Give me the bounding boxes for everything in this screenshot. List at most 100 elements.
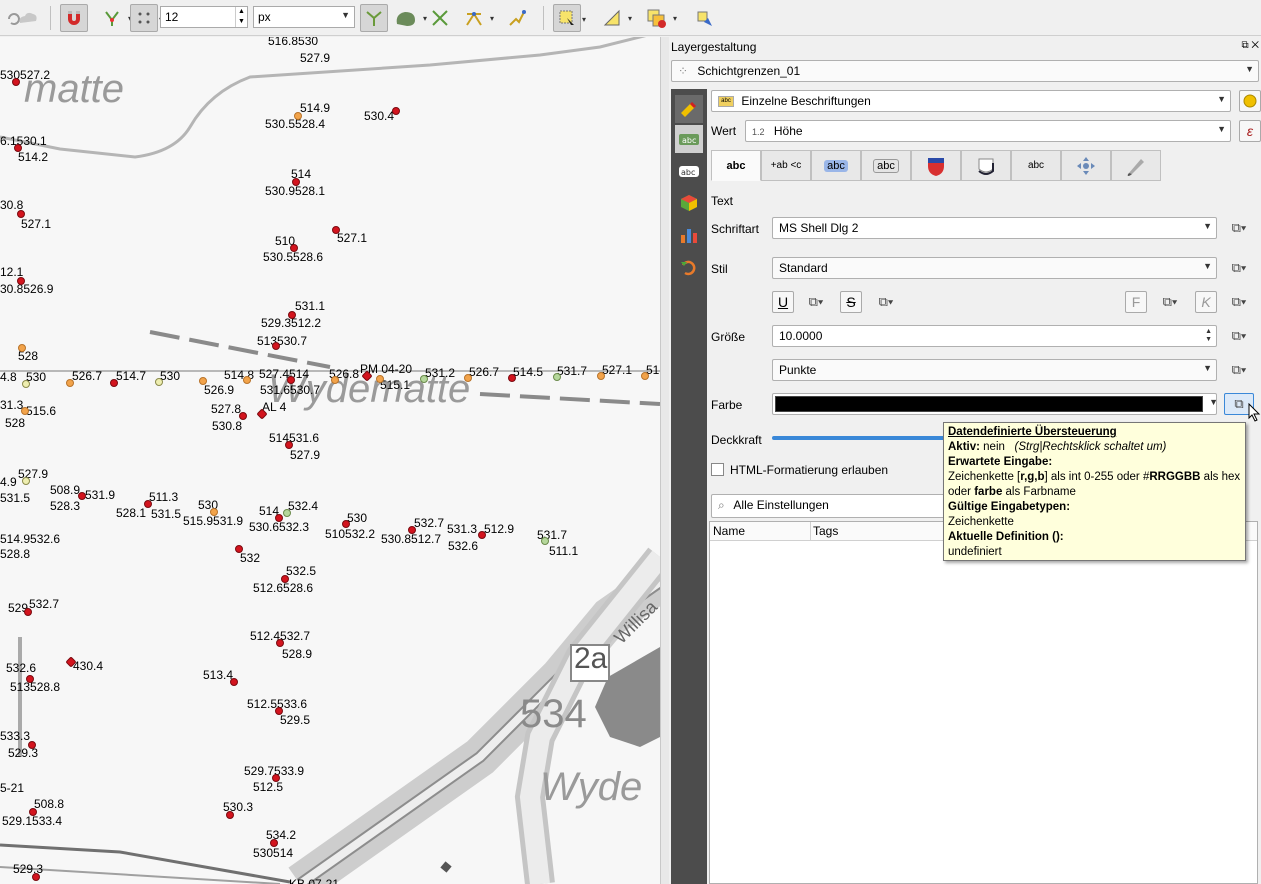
font-style-select[interactable]: Standard ▼: [772, 257, 1217, 279]
survey-point[interactable]: [66, 379, 74, 387]
survey-point[interactable]: [294, 112, 302, 120]
survey-point[interactable]: [272, 774, 280, 782]
survey-point[interactable]: [22, 477, 30, 485]
bold-button[interactable]: F: [1125, 291, 1147, 313]
cloud-shape-icon[interactable]: [14, 4, 42, 32]
survey-point[interactable]: [332, 226, 340, 234]
self-snap-icon[interactable]: ▾: [460, 4, 494, 32]
survey-point[interactable]: [18, 344, 26, 352]
tab-callouts[interactable]: abc: [1011, 150, 1061, 181]
3d-view-icon[interactable]: [675, 189, 703, 217]
survey-point[interactable]: [641, 372, 649, 380]
snapping-mode-icon[interactable]: ▾: [98, 4, 132, 32]
survey-point[interactable]: [235, 545, 243, 553]
select-by-expression-icon[interactable]: ▾: [598, 4, 632, 32]
survey-point[interactable]: [17, 277, 25, 285]
data-defined-override-icon[interactable]: ⧉▾: [1155, 291, 1185, 313]
survey-point[interactable]: [464, 374, 472, 382]
survey-point[interactable]: [110, 379, 118, 387]
tab-rendering[interactable]: [1111, 150, 1161, 181]
panel-splitter[interactable]: [660, 37, 669, 884]
survey-point[interactable]: [24, 608, 32, 616]
labels-abc-icon[interactable]: abc: [675, 125, 703, 153]
survey-point[interactable]: [226, 811, 234, 819]
underline-button[interactable]: U: [772, 291, 794, 313]
color-button[interactable]: ▼: [772, 393, 1218, 415]
masks-abc-icon[interactable]: abc: [675, 157, 703, 185]
survey-point[interactable]: [342, 520, 350, 528]
survey-point[interactable]: [408, 526, 416, 534]
survey-point[interactable]: [21, 407, 29, 415]
survey-point[interactable]: [239, 412, 247, 420]
diagrams-icon[interactable]: [675, 221, 703, 249]
strikeout-button[interactable]: S: [840, 291, 862, 313]
spin-arrows-icon[interactable]: ▲ ▼: [1205, 328, 1212, 344]
tab-formatting[interactable]: +ab <c: [761, 150, 811, 181]
survey-point[interactable]: [292, 178, 300, 186]
font-select[interactable]: MS Shell Dlg 2 ▼: [772, 217, 1217, 239]
tab-placement[interactable]: [1061, 150, 1111, 181]
close-icon[interactable]: ✕: [1251, 40, 1259, 51]
survey-point[interactable]: [478, 531, 486, 539]
map-canvas[interactable]: matte Wydematte Wyde 2a 534 Willisa 516.…: [0, 37, 660, 884]
column-header-name[interactable]: Name: [713, 524, 745, 538]
survey-point[interactable]: [14, 144, 22, 152]
label-mode-select[interactable]: abc Einzelne Beschriftungen ▼: [711, 90, 1231, 112]
history-icon[interactable]: [675, 253, 703, 281]
survey-point[interactable]: [22, 380, 30, 388]
survey-point[interactable]: [281, 575, 289, 583]
deselect-icon[interactable]: ▾: [643, 4, 677, 32]
layer-select[interactable]: ⁘ Schichtgrenzen_01 ▼: [671, 60, 1259, 82]
spin-arrows-icon[interactable]: ▲ ▼: [235, 7, 247, 27]
survey-point[interactable]: [28, 741, 36, 749]
survey-point[interactable]: [32, 873, 40, 881]
survey-point[interactable]: [275, 514, 283, 522]
survey-point[interactable]: [270, 839, 278, 847]
snapping-tolerance-input[interactable]: 12 ▲ ▼: [160, 6, 248, 28]
select-location-icon[interactable]: [690, 4, 718, 32]
survey-point[interactable]: [283, 509, 291, 517]
data-defined-override-icon[interactable]: ⧉▾: [1224, 257, 1254, 279]
survey-point[interactable]: [287, 376, 295, 384]
symbology-brush-icon[interactable]: [675, 95, 703, 123]
italic-button[interactable]: K: [1195, 291, 1217, 313]
data-defined-override-icon[interactable]: ⧉▾: [1224, 217, 1254, 239]
survey-point[interactable]: [508, 374, 516, 382]
survey-point[interactable]: [541, 537, 549, 545]
survey-point[interactable]: [155, 378, 163, 386]
data-defined-override-icon[interactable]: ⧉▾: [801, 291, 831, 313]
avoid-overlap-icon[interactable]: ▾: [393, 4, 427, 32]
settings-list[interactable]: Name Tags: [709, 521, 1258, 884]
column-header-tags[interactable]: Tags: [813, 524, 838, 538]
data-defined-override-icon[interactable]: ⧉▾: [1224, 359, 1254, 381]
survey-point[interactable]: [553, 373, 561, 381]
intersection-icon[interactable]: [426, 4, 454, 32]
survey-point[interactable]: [144, 500, 152, 508]
data-defined-override-icon[interactable]: ⧉▾: [871, 291, 901, 313]
survey-point[interactable]: [331, 376, 339, 384]
survey-point[interactable]: [243, 376, 251, 384]
survey-point[interactable]: [290, 244, 298, 252]
size-unit-select[interactable]: Punkte ▼: [772, 359, 1217, 381]
tab-mask[interactable]: abc: [861, 150, 911, 181]
survey-point[interactable]: [78, 492, 86, 500]
tab-background[interactable]: [911, 150, 961, 181]
select-features-icon[interactable]: ▾: [553, 4, 586, 32]
opacity-slider[interactable]: [772, 436, 952, 440]
topological-editing-icon[interactable]: [360, 4, 388, 32]
value-field-select[interactable]: 1.2 Höhe ▼: [745, 120, 1231, 142]
survey-point[interactable]: [285, 441, 293, 449]
survey-point[interactable]: [210, 508, 218, 516]
survey-point[interactable]: [26, 675, 34, 683]
snapping-magnet-icon[interactable]: [60, 4, 88, 32]
data-defined-override-icon[interactable]: ⧉▾: [1224, 291, 1254, 313]
survey-point[interactable]: [12, 78, 20, 86]
survey-point[interactable]: [29, 808, 37, 816]
tolerance-unit-select[interactable]: px ▼: [253, 6, 355, 28]
tab-buffer[interactable]: abc: [811, 150, 861, 181]
tab-text[interactable]: abc: [711, 150, 761, 181]
survey-point[interactable]: [420, 375, 428, 383]
snapping-type-icon[interactable]: ▾: [130, 4, 163, 32]
survey-point[interactable]: [288, 311, 296, 319]
survey-point[interactable]: [376, 375, 384, 383]
